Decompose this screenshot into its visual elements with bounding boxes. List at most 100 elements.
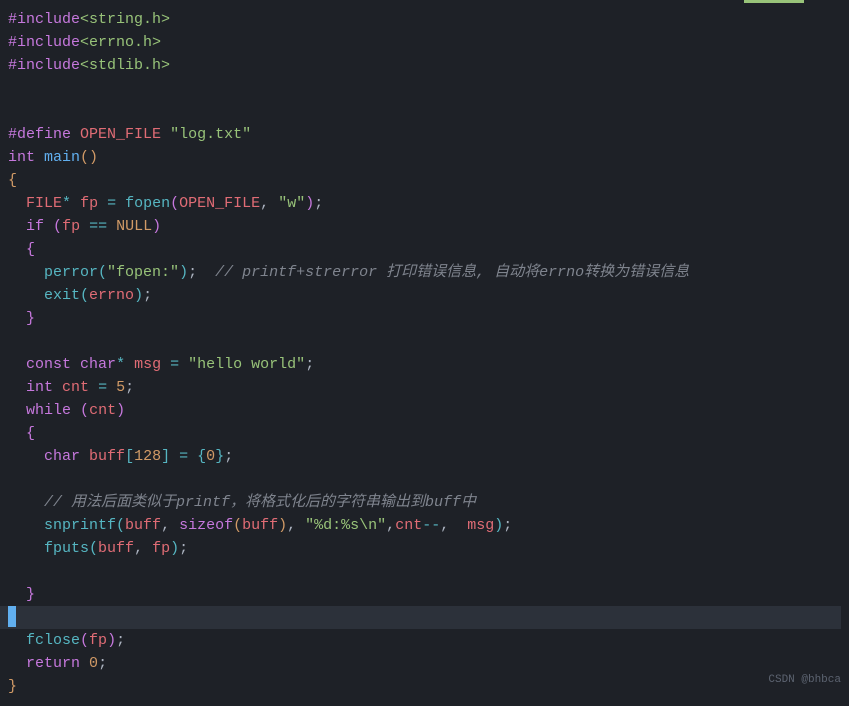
- code-token: char: [44, 448, 80, 465]
- code-line: // 用法后面类似于printf，将格式化后的字符串输出到buff中: [8, 491, 841, 514]
- code-token: ,: [386, 517, 395, 534]
- code-line: if (fp == NULL): [8, 215, 841, 238]
- code-token: exit: [44, 287, 80, 304]
- code-line: #include<string.h>: [8, 8, 841, 31]
- code-token: // 用法后面类似于printf，将格式化后的字符串输出到buff中: [44, 494, 476, 511]
- code-token: *: [116, 356, 125, 373]
- code-token: [71, 195, 80, 212]
- code-token: [8, 655, 26, 672]
- code-line: while (cnt): [8, 399, 841, 422]
- code-token: [179, 356, 188, 373]
- text-cursor: [8, 606, 16, 627]
- code-token: (: [98, 264, 107, 281]
- code-token: ]: [161, 448, 170, 465]
- code-token: [8, 379, 26, 396]
- code-token: [8, 310, 26, 327]
- code-token: =: [179, 448, 188, 465]
- code-token: }: [215, 448, 224, 465]
- code-token: "%d:%s\n": [305, 517, 386, 534]
- code-token: (: [170, 195, 179, 212]
- code-line: [0, 606, 841, 629]
- code-token: {: [26, 241, 35, 258]
- code-line: exit(errno);: [8, 284, 841, 307]
- code-token: char: [80, 356, 116, 373]
- code-token: 5: [116, 379, 125, 396]
- code-token: [8, 425, 26, 442]
- code-token: cnt: [395, 517, 422, 534]
- code-token: [71, 356, 80, 373]
- code-line: #include<errno.h>: [8, 31, 841, 54]
- code-token: fp: [62, 218, 80, 235]
- code-token: "w": [278, 195, 305, 212]
- code-token: {: [197, 448, 206, 465]
- code-token: ,: [260, 195, 278, 212]
- code-line: return 0;: [8, 652, 841, 675]
- code-line: [8, 560, 841, 583]
- code-token: sizeof: [179, 517, 233, 534]
- code-line: {: [8, 422, 841, 445]
- code-token: OPEN_FILE: [80, 126, 161, 143]
- code-token: {: [8, 172, 17, 189]
- code-token: fputs: [44, 540, 89, 557]
- code-token: #define: [8, 126, 71, 143]
- code-token: [8, 586, 26, 603]
- code-token: fclose: [26, 632, 80, 649]
- code-token: ): [305, 195, 314, 212]
- code-token: ;: [116, 632, 125, 649]
- code-token: buff: [242, 517, 278, 534]
- code-token: =: [107, 195, 116, 212]
- code-token: ;: [179, 540, 188, 557]
- code-token: [44, 218, 53, 235]
- code-token: cnt: [62, 379, 89, 396]
- code-token: [8, 264, 44, 281]
- code-token: buff: [125, 517, 161, 534]
- code-token: int: [26, 379, 53, 396]
- code-token: int: [8, 149, 35, 166]
- code-line: [8, 77, 841, 100]
- code-token: fp: [89, 632, 107, 649]
- code-line: int main(): [8, 146, 841, 169]
- code-token: ;: [314, 195, 323, 212]
- code-token: "fopen:": [107, 264, 179, 281]
- code-token: ,: [161, 517, 179, 534]
- code-token: [53, 379, 62, 396]
- code-line: }: [8, 583, 841, 606]
- code-token: 0: [206, 448, 215, 465]
- code-token: ;: [305, 356, 314, 373]
- code-token: return: [26, 655, 80, 672]
- code-token: (: [80, 402, 89, 419]
- code-line: }: [8, 675, 841, 698]
- code-token: OPEN_FILE: [179, 195, 260, 212]
- code-token: fp: [80, 195, 98, 212]
- code-token: <errno.h>: [80, 34, 161, 51]
- code-token: [89, 379, 98, 396]
- code-token: main: [44, 149, 80, 166]
- code-editor[interactable]: #include<string.h>#include<errno.h>#incl…: [0, 0, 849, 706]
- code-line: [8, 468, 841, 491]
- code-line: {: [8, 238, 841, 261]
- code-token: ;: [125, 379, 134, 396]
- code-token: ): [179, 264, 188, 281]
- code-line: perror("fopen:"); // printf+strerror 打印错…: [8, 261, 841, 284]
- code-line: #define OPEN_FILE "log.txt": [8, 123, 841, 146]
- code-token: [161, 356, 170, 373]
- code-line: const char* msg = "hello world";: [8, 353, 841, 376]
- code-token: }: [26, 310, 35, 327]
- code-token: #include: [8, 57, 80, 74]
- code-token: ;: [143, 287, 152, 304]
- code-token: FILE: [26, 195, 62, 212]
- code-line: {: [8, 169, 841, 192]
- code-token: }: [26, 586, 35, 603]
- code-token: 0: [89, 655, 98, 672]
- code-token: [8, 287, 44, 304]
- code-token: ): [494, 517, 503, 534]
- code-token: }: [8, 678, 17, 695]
- code-token: msg: [467, 517, 494, 534]
- code-token: [71, 402, 80, 419]
- code-token: [71, 126, 80, 143]
- code-token: =: [98, 379, 107, 396]
- code-line: fclose(fp);: [8, 629, 841, 652]
- code-token: [8, 540, 44, 557]
- code-token: snprintf: [44, 517, 116, 534]
- code-token: buff: [98, 540, 134, 557]
